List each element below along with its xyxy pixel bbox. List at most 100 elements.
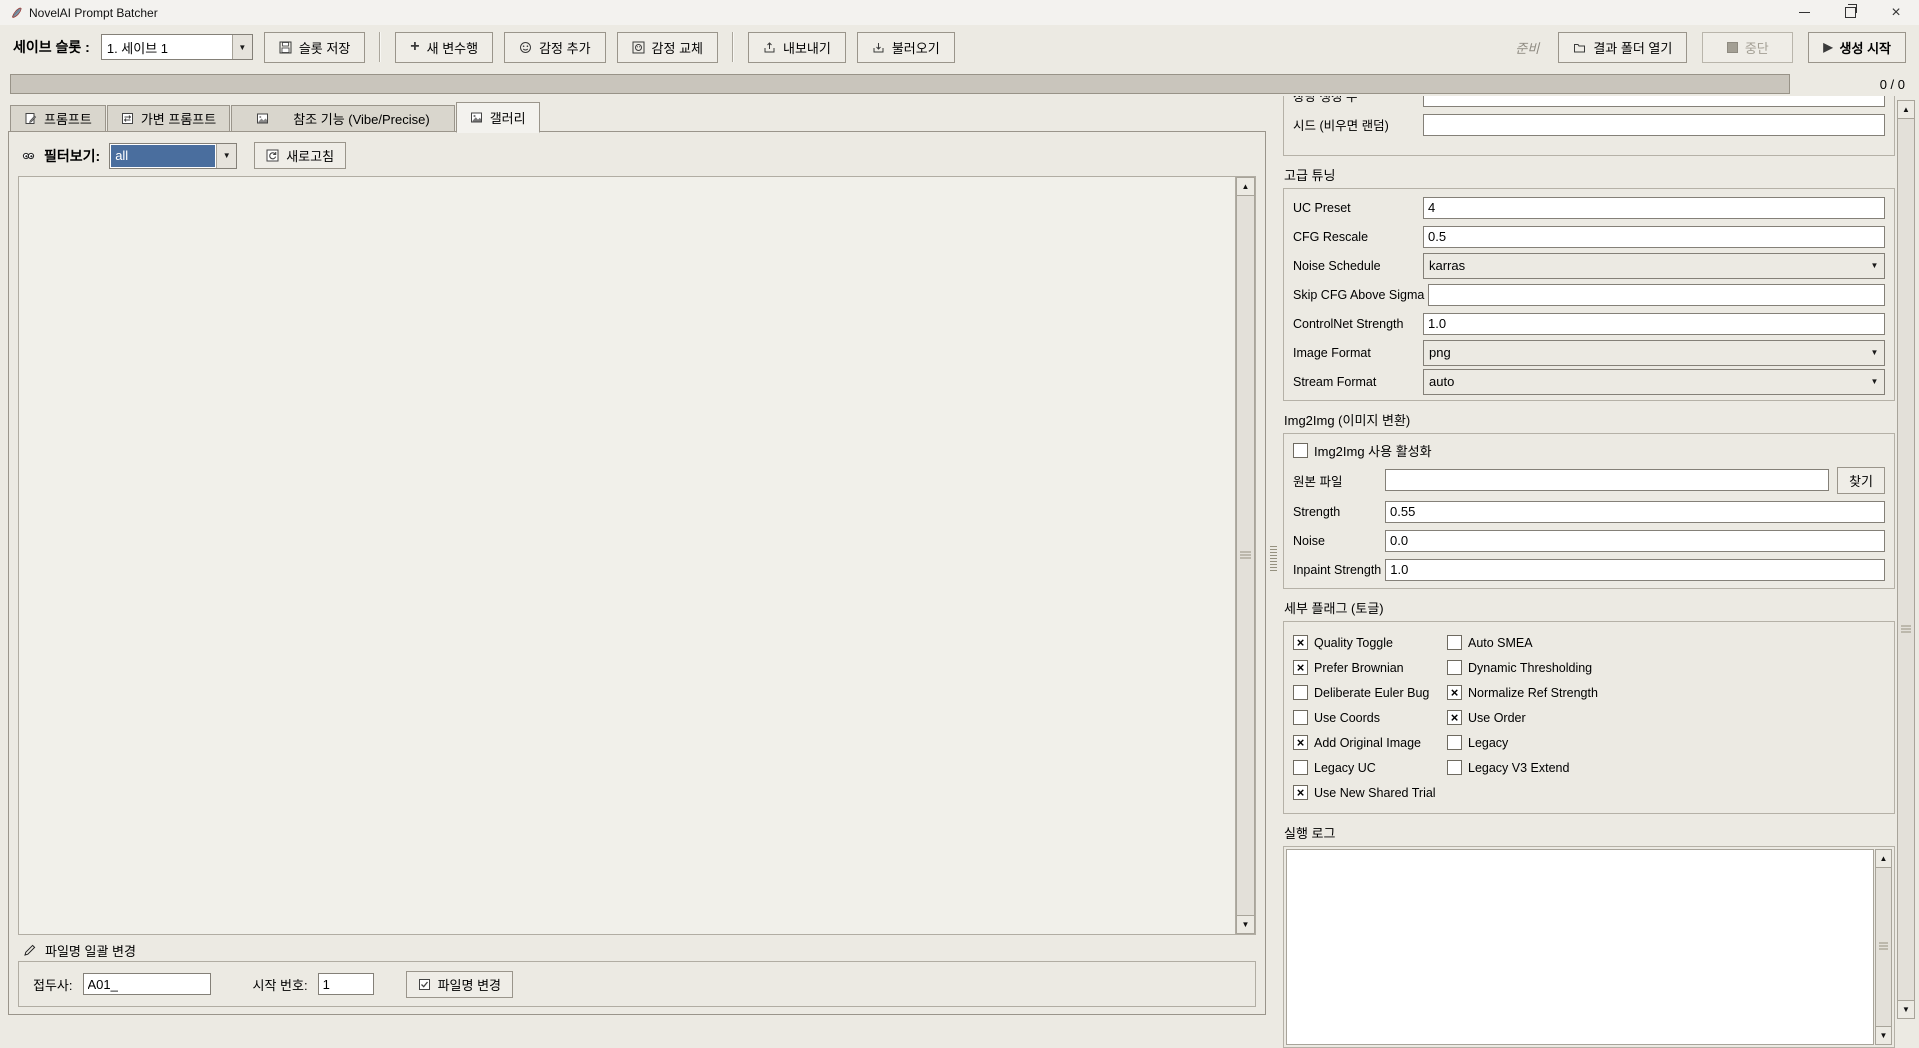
new-var-row-button[interactable]: + 새 변수행 — [395, 32, 493, 63]
close-button[interactable]: × — [1873, 0, 1919, 25]
floppy-icon — [279, 41, 292, 54]
chevron-down-icon[interactable]: ▼ — [1865, 341, 1884, 365]
cfg-rescale-input[interactable] — [1423, 226, 1885, 248]
flag-use-new-shared-trial[interactable]: Use New Shared Trial — [1293, 780, 1443, 805]
chevron-down-icon[interactable]: ▼ — [232, 35, 252, 59]
prefix-label: 접두사: — [33, 975, 73, 994]
source-file-input[interactable] — [1385, 469, 1829, 491]
add-emotion-button[interactable]: 감정 추가 — [504, 32, 605, 63]
image-icon — [256, 112, 269, 125]
skip-cfg-input[interactable] — [1428, 284, 1885, 306]
settings-pane: 장당 생성 수 시드 (비우면 랜덤) 고급 튜닝 UC Preset CFG … — [1283, 96, 1895, 1017]
inpaint-strength-input[interactable] — [1385, 559, 1885, 581]
apply-rename-button[interactable]: 파일명 변경 — [406, 971, 513, 998]
flag-legacy[interactable]: Legacy — [1447, 730, 1885, 755]
flag-add-original-image[interactable]: Add Original Image — [1293, 730, 1443, 755]
noise-schedule-combobox[interactable]: karras ▼ — [1423, 253, 1885, 279]
checkbox[interactable] — [1447, 760, 1462, 775]
checkbox[interactable] — [1447, 635, 1462, 650]
checkbox[interactable] — [1293, 710, 1308, 725]
scroll-down-arrow[interactable]: ▼ — [1236, 915, 1255, 934]
gallery-scrollbar-thumb[interactable] — [1236, 195, 1255, 916]
log-textarea[interactable] — [1286, 849, 1874, 1045]
img2img-enable-checkbox[interactable] — [1293, 443, 1308, 458]
img2img-enable-row[interactable]: Img2Img 사용 활성화 — [1293, 438, 1885, 463]
open-result-folder-button[interactable]: 결과 폴더 열기 — [1558, 32, 1687, 63]
filter-combobox[interactable]: all ▼ — [109, 143, 237, 169]
checkbox[interactable] — [1447, 660, 1462, 675]
browse-button[interactable]: 찾기 — [1837, 467, 1885, 494]
import-button[interactable]: 불러오기 — [857, 32, 955, 63]
rename-frame: 접두사: 시작 번호: 파일명 변경 — [18, 961, 1256, 1007]
scroll-down-arrow[interactable]: ▼ — [1875, 1026, 1892, 1045]
stop-button[interactable]: 중단 — [1702, 32, 1793, 63]
scroll-up-arrow[interactable]: ▲ — [1875, 849, 1892, 868]
start-number-input[interactable] — [318, 973, 374, 995]
save-slot-button[interactable]: 슬롯 저장 — [264, 32, 365, 63]
scroll-up-arrow[interactable]: ▲ — [1236, 177, 1255, 196]
img2img-enable-label: Img2Img 사용 활성화 — [1314, 441, 1432, 460]
flag-quality-toggle[interactable]: Quality Toggle — [1293, 630, 1443, 655]
filter-value: all — [111, 145, 215, 167]
tab-prompt[interactable]: 프롬프트 — [10, 105, 106, 132]
flag-label: Legacy V3 Extend — [1468, 761, 1569, 775]
image-format-combobox[interactable]: png ▼ — [1423, 340, 1885, 366]
checkbox[interactable] — [1293, 660, 1308, 675]
save-slot-combobox[interactable]: 1. 세이브 1 ▼ — [101, 34, 253, 60]
swap-emotion-button[interactable]: 감정 교체 — [617, 32, 718, 63]
uc-preset-input[interactable] — [1423, 197, 1885, 219]
controlnet-strength-input[interactable] — [1423, 313, 1885, 335]
flag-dynamic-thresholding[interactable]: Dynamic Thresholding — [1447, 655, 1885, 680]
seed-input[interactable] — [1423, 114, 1885, 136]
pane-sash-handle[interactable] — [1270, 546, 1277, 572]
flag-legacy-uc[interactable]: Legacy UC — [1293, 755, 1443, 780]
checkbox[interactable] — [1293, 735, 1308, 750]
tab-reference[interactable]: 참조 기능 (Vibe/Precise) — [231, 105, 454, 132]
tab-gallery-label: 갤러리 — [490, 108, 526, 127]
export-button[interactable]: 내보내기 — [748, 32, 846, 63]
noise-input[interactable] — [1385, 530, 1885, 552]
flag-use-order[interactable]: Use Order — [1447, 705, 1885, 730]
strength-label: Strength — [1293, 505, 1381, 519]
rename-title-row: 파일명 일괄 변경 — [23, 941, 136, 960]
flag-deliberate-euler-bug[interactable]: Deliberate Euler Bug — [1293, 680, 1443, 705]
checkbox[interactable] — [1293, 760, 1308, 775]
scroll-down-arrow[interactable]: ▼ — [1897, 1000, 1915, 1019]
flag-normalize-ref-strength[interactable]: Normalize Ref Strength — [1447, 680, 1885, 705]
clipped-row-input[interactable] — [1423, 96, 1885, 107]
stream-format-combobox[interactable]: auto ▼ — [1423, 369, 1885, 395]
start-generation-button[interactable]: ▶ 생성 시작 — [1808, 32, 1906, 63]
checkbox[interactable] — [1447, 735, 1462, 750]
strength-input[interactable] — [1385, 501, 1885, 523]
flag-use-coords[interactable]: Use Coords — [1293, 705, 1443, 730]
gallery-canvas[interactable] — [19, 177, 1235, 934]
checkbox[interactable] — [1447, 685, 1462, 700]
tab-gallery[interactable]: 갤러리 — [456, 102, 540, 133]
checkbox[interactable] — [1293, 635, 1308, 650]
chevron-down-icon[interactable]: ▼ — [216, 144, 236, 168]
flag-auto-smea[interactable]: Auto SMEA — [1447, 630, 1885, 655]
rename-title: 파일명 일괄 변경 — [45, 941, 136, 960]
save-slot-value: 1. 세이브 1 — [102, 35, 232, 59]
flag-label: Normalize Ref Strength — [1468, 686, 1598, 700]
checkbox[interactable] — [1293, 685, 1308, 700]
log-scrollbar-thumb[interactable] — [1875, 867, 1892, 1027]
checkbox-check-icon — [418, 978, 431, 991]
seed-label: 시드 (비우면 랜덤) — [1293, 115, 1419, 134]
flag-legacy-v3-extend[interactable]: Legacy V3 Extend — [1447, 755, 1885, 780]
chevron-down-icon[interactable]: ▼ — [1865, 370, 1884, 394]
start-generation-label: 생성 시작 — [1840, 38, 1891, 57]
tab-variable-prompt[interactable]: 가변 프롬프트 — [107, 105, 230, 132]
scroll-up-arrow[interactable]: ▲ — [1897, 100, 1915, 119]
prefix-input[interactable] — [83, 973, 211, 995]
flag-label: Legacy UC — [1314, 761, 1376, 775]
settings-scrollbar-thumb[interactable] — [1897, 118, 1915, 1001]
restore-button[interactable] — [1827, 0, 1873, 25]
stop-square-icon — [1727, 42, 1738, 53]
flag-prefer-brownian[interactable]: Prefer Brownian — [1293, 655, 1443, 680]
checkbox[interactable] — [1293, 785, 1308, 800]
minimize-button[interactable] — [1781, 0, 1827, 25]
refresh-button[interactable]: 새로고침 — [254, 142, 346, 169]
checkbox[interactable] — [1447, 710, 1462, 725]
chevron-down-icon[interactable]: ▼ — [1865, 254, 1884, 278]
